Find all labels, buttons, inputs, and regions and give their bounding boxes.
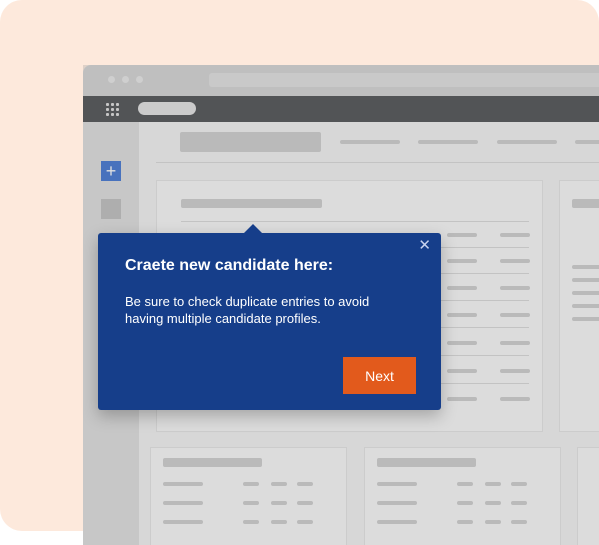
popover-body: Be sure to check duplicate entries to av…	[125, 294, 370, 326]
next-button[interactable]: Next	[343, 357, 416, 394]
popover-arrow	[243, 224, 263, 234]
onboarding-popover: ✕ Craete new candidate here: Be sure to …	[98, 224, 441, 410]
popover-title: Craete new candidate here:	[125, 257, 334, 274]
close-icon[interactable]: ✕	[418, 238, 431, 253]
